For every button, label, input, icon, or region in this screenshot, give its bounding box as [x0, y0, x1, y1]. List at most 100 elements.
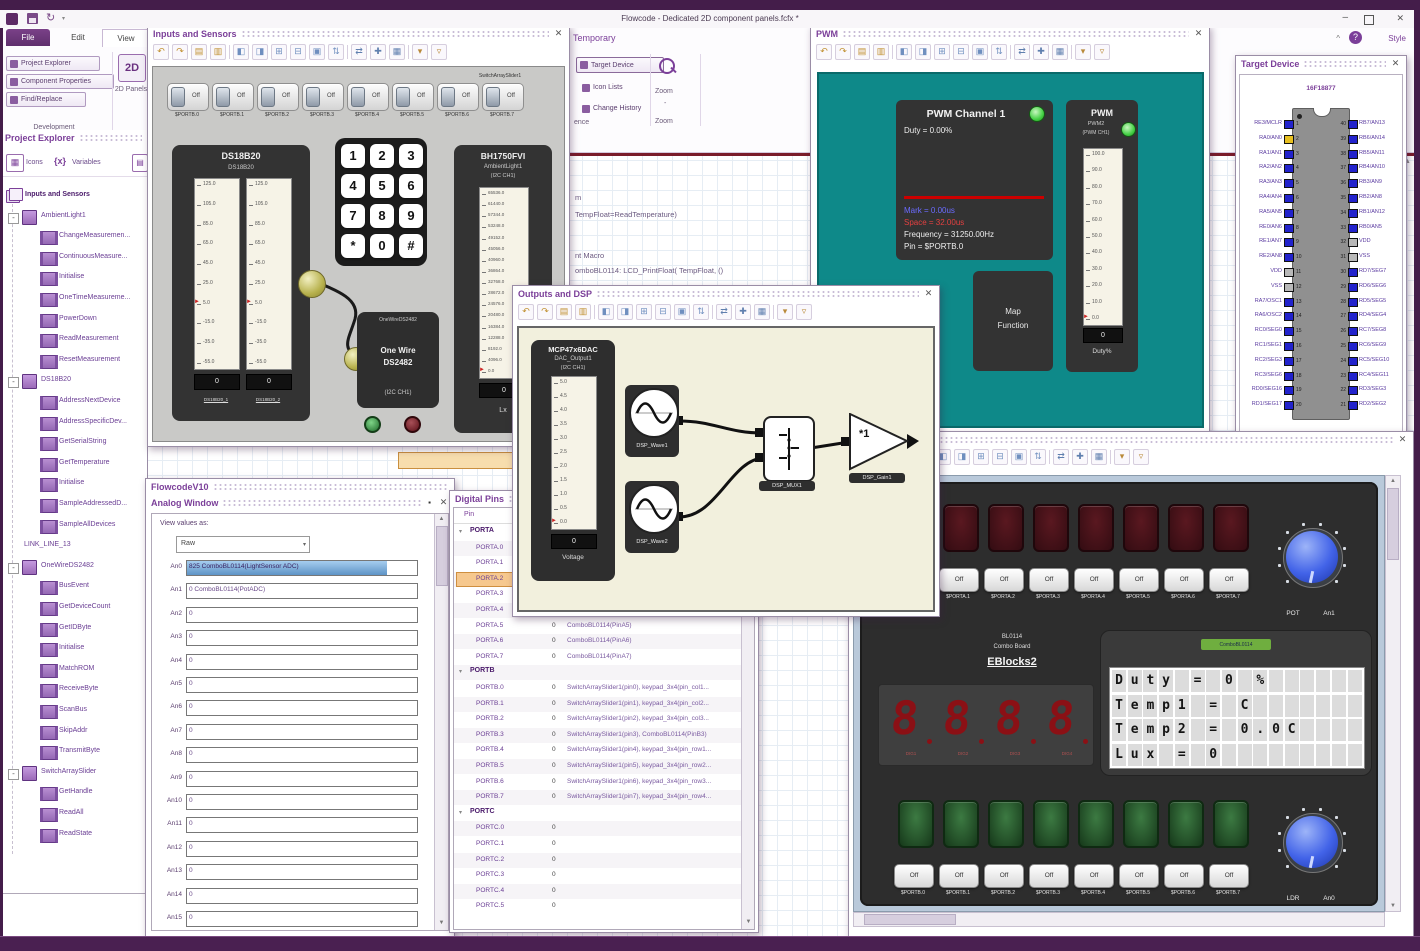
digital-pin-row[interactable]: PORTC.1 0 — [454, 837, 742, 852]
tree-item[interactable]: SampleAllDevices — [0, 518, 147, 536]
tab-edit[interactable]: Edit — [58, 29, 98, 46]
toolbar-icon[interactable]: ✚ — [735, 304, 751, 320]
toolbar-icon[interactable]: ⇄ — [1014, 44, 1030, 60]
tree-item[interactable]: ReadMeasurement — [0, 332, 147, 350]
digital-pin-row[interactable]: PORTC.2 0 — [454, 852, 742, 868]
digital-pin-row[interactable]: PORTB.2 0 SwitchArraySlider1(pin2), keypad… — [454, 712, 742, 727]
chip-pin-left[interactable] — [1284, 312, 1294, 322]
digital-pin-row[interactable]: PORTB.5 0 SwitchArraySlider1(pin5), keypad… — [454, 759, 742, 774]
component-properties-button[interactable]: Component Properties — [6, 74, 114, 89]
toolbar-icon[interactable]: ↷ — [537, 304, 553, 320]
slide-switch[interactable]: Off — [257, 83, 299, 111]
chip-pin-right[interactable] — [1348, 194, 1358, 203]
knob[interactable] — [1286, 531, 1338, 584]
toolbar-icon[interactable]: ◧ — [896, 44, 912, 60]
toolbar-icon[interactable]: ⇄ — [351, 44, 367, 60]
analog-window-pin-icon[interactable]: ▪ — [425, 498, 434, 507]
toolbar-icon[interactable]: ▦ — [754, 304, 770, 320]
toolbar-icon[interactable]: ▣ — [674, 304, 690, 320]
slide-switch-knob[interactable] — [486, 87, 500, 107]
tree-item[interactable]: GetSerialString — [0, 435, 147, 453]
tree-expander-icon[interactable]: - — [8, 377, 19, 389]
toolbar-icon[interactable]: ▦ — [389, 44, 405, 60]
slide-switch-knob[interactable] — [441, 87, 455, 107]
tree-item[interactable]: ReadAll — [0, 806, 147, 824]
board-off-button[interactable]: Off — [1029, 864, 1069, 888]
toolbar-icon[interactable]: ▾ — [1075, 44, 1091, 60]
chip-pin-right[interactable] — [1348, 134, 1358, 144]
toolbar-icon[interactable]: ↶ — [816, 44, 832, 60]
tree-item[interactable]: Initialise — [0, 270, 147, 288]
chip-pin-left[interactable] — [1284, 120, 1294, 129]
tree-expander-icon[interactable]: - — [8, 562, 19, 574]
chip-pin-left[interactable] — [1284, 371, 1294, 381]
zoom-icon[interactable] — [657, 56, 679, 78]
slide-switch-knob[interactable] — [261, 87, 275, 107]
keypad-key[interactable]: 9 — [399, 204, 423, 228]
analog-vscrollbar[interactable]: ▲ ▼ — [434, 514, 448, 930]
slide-switch[interactable]: Off — [482, 83, 524, 111]
chip-pin-right[interactable] — [1348, 164, 1358, 174]
analog-value-input[interactable]: 0 — [186, 794, 418, 810]
board-off-button[interactable]: Off — [1164, 864, 1204, 888]
chip-pin-left[interactable] — [1284, 238, 1294, 248]
toolbar-icon[interactable]: ⊞ — [271, 44, 287, 60]
tree-item[interactable]: LINK_LINE_13 — [0, 538, 147, 556]
chip-pin-right[interactable] — [1348, 401, 1358, 411]
tree-item[interactable]: Initialise — [0, 476, 147, 494]
chip-pin-left[interactable] — [1284, 208, 1294, 218]
tree-item[interactable]: BusEvent — [0, 579, 147, 597]
digital-pin-row[interactable]: PORTC.4 0 — [454, 883, 742, 899]
project-explorer-button[interactable]: Project Explorer — [6, 56, 100, 71]
tree-item[interactable]: GetDeviceCount — [0, 600, 147, 618]
board-off-button[interactable]: Off — [1074, 568, 1114, 592]
analog-value-input[interactable]: 0 — [186, 911, 418, 927]
toolbar-icon[interactable]: ⇄ — [716, 304, 732, 320]
dsp-wave-component[interactable]: DSP_Wave2 — [625, 481, 679, 553]
keypad-key[interactable]: 7 — [341, 204, 365, 228]
toolbar-icon[interactable]: ▥ — [575, 304, 591, 320]
tree-item[interactable]: - AmbientLight1 — [0, 209, 147, 227]
digital-pin-row[interactable]: PORTB.6 0 SwitchArraySlider1(pin6), keypad… — [454, 775, 742, 790]
analog-value-input[interactable]: 0 — [186, 770, 418, 787]
slide-switch-knob[interactable] — [171, 87, 185, 107]
chip-pin-right[interactable] — [1348, 371, 1358, 381]
toolbar-icon[interactable]: ↷ — [172, 44, 188, 60]
toolbar-icon[interactable]: ◨ — [954, 449, 970, 465]
slide-switch[interactable]: Off — [392, 83, 434, 111]
tree-item[interactable]: ContinuousMeasure... — [0, 250, 147, 268]
toolbar-icon[interactable]: ▿ — [1133, 449, 1149, 465]
keypad-key[interactable]: 4 — [341, 174, 365, 198]
analog-window-close-icon[interactable]: ✕ — [438, 497, 449, 508]
slide-switch-knob[interactable] — [396, 87, 410, 107]
chip-pin-left[interactable] — [1284, 268, 1294, 277]
board-off-button[interactable]: Off — [984, 568, 1024, 592]
toolbar-icon[interactable]: ▦ — [1091, 449, 1107, 465]
tab-view[interactable]: View — [102, 29, 150, 47]
group-expander-icon[interactable]: ▾ — [459, 809, 462, 816]
inputs-panel-close-icon[interactable]: ✕ — [553, 28, 564, 39]
chip-pin-left[interactable] — [1284, 179, 1294, 189]
toolbar-icon[interactable]: ↷ — [835, 44, 851, 60]
digital-pin-row[interactable]: ▾ PORTB — [454, 665, 742, 681]
board-off-button[interactable]: Off — [1209, 568, 1249, 592]
find-replace-button[interactable]: Find/Replace — [6, 92, 86, 107]
slide-switch[interactable]: Off — [302, 83, 344, 111]
digital-pin-row[interactable]: PORTB.7 0 SwitchArraySlider1(pin7), keypad… — [454, 790, 742, 806]
tab-file[interactable]: File — [6, 29, 50, 46]
chip-pin-right[interactable] — [1348, 297, 1358, 307]
digital-pin-row[interactable]: PORTA.7 0 ComboBL0114(PinA7) — [454, 650, 742, 665]
keypad-key[interactable]: * — [341, 234, 365, 258]
tree-item[interactable]: Initialise — [0, 641, 147, 659]
tree-item[interactable]: PowerDown — [0, 312, 147, 330]
board-off-button[interactable]: Off — [894, 864, 934, 888]
dropdown-caret-icon[interactable]: ▾ — [303, 541, 306, 548]
tree-item[interactable]: TransmitByte — [0, 744, 147, 762]
style-label[interactable]: Style — [1388, 34, 1406, 43]
chip-pin-left[interactable] — [1284, 194, 1294, 203]
toolbar-icon[interactable]: ▾ — [1114, 449, 1130, 465]
group-expander-icon[interactable]: ▾ — [459, 668, 462, 675]
chip-pin-left[interactable] — [1284, 253, 1294, 263]
analog-value-input[interactable]: 0 — [186, 723, 418, 740]
tree-item[interactable]: ChangeMeasuremen... — [0, 229, 147, 247]
